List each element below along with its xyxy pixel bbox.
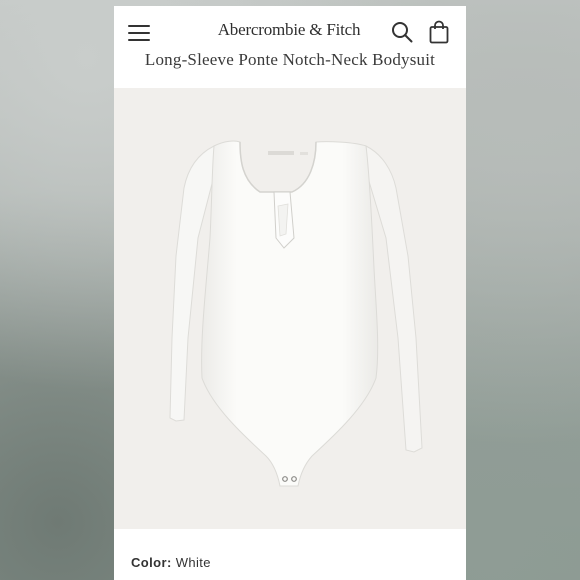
product-image[interactable] (114, 88, 466, 529)
color-label: Color: (131, 555, 172, 570)
brand-logo[interactable]: Abercrombie & Fitch (214, 20, 364, 40)
product-title: Long-Sleeve Ponte Notch-Neck Bodysuit (144, 50, 436, 69)
hamburger-menu-icon[interactable] (128, 25, 150, 41)
bodysuit-image (169, 140, 423, 487)
site-header: Abercrombie & Fitch (114, 6, 466, 54)
color-value: White (175, 555, 211, 570)
color-info: Color: White (131, 555, 211, 570)
shopping-bag-icon[interactable] (429, 20, 449, 44)
product-page: Abercrombie & Fitch Long-Sleeve Ponte No… (114, 6, 466, 580)
search-icon[interactable] (391, 21, 413, 43)
